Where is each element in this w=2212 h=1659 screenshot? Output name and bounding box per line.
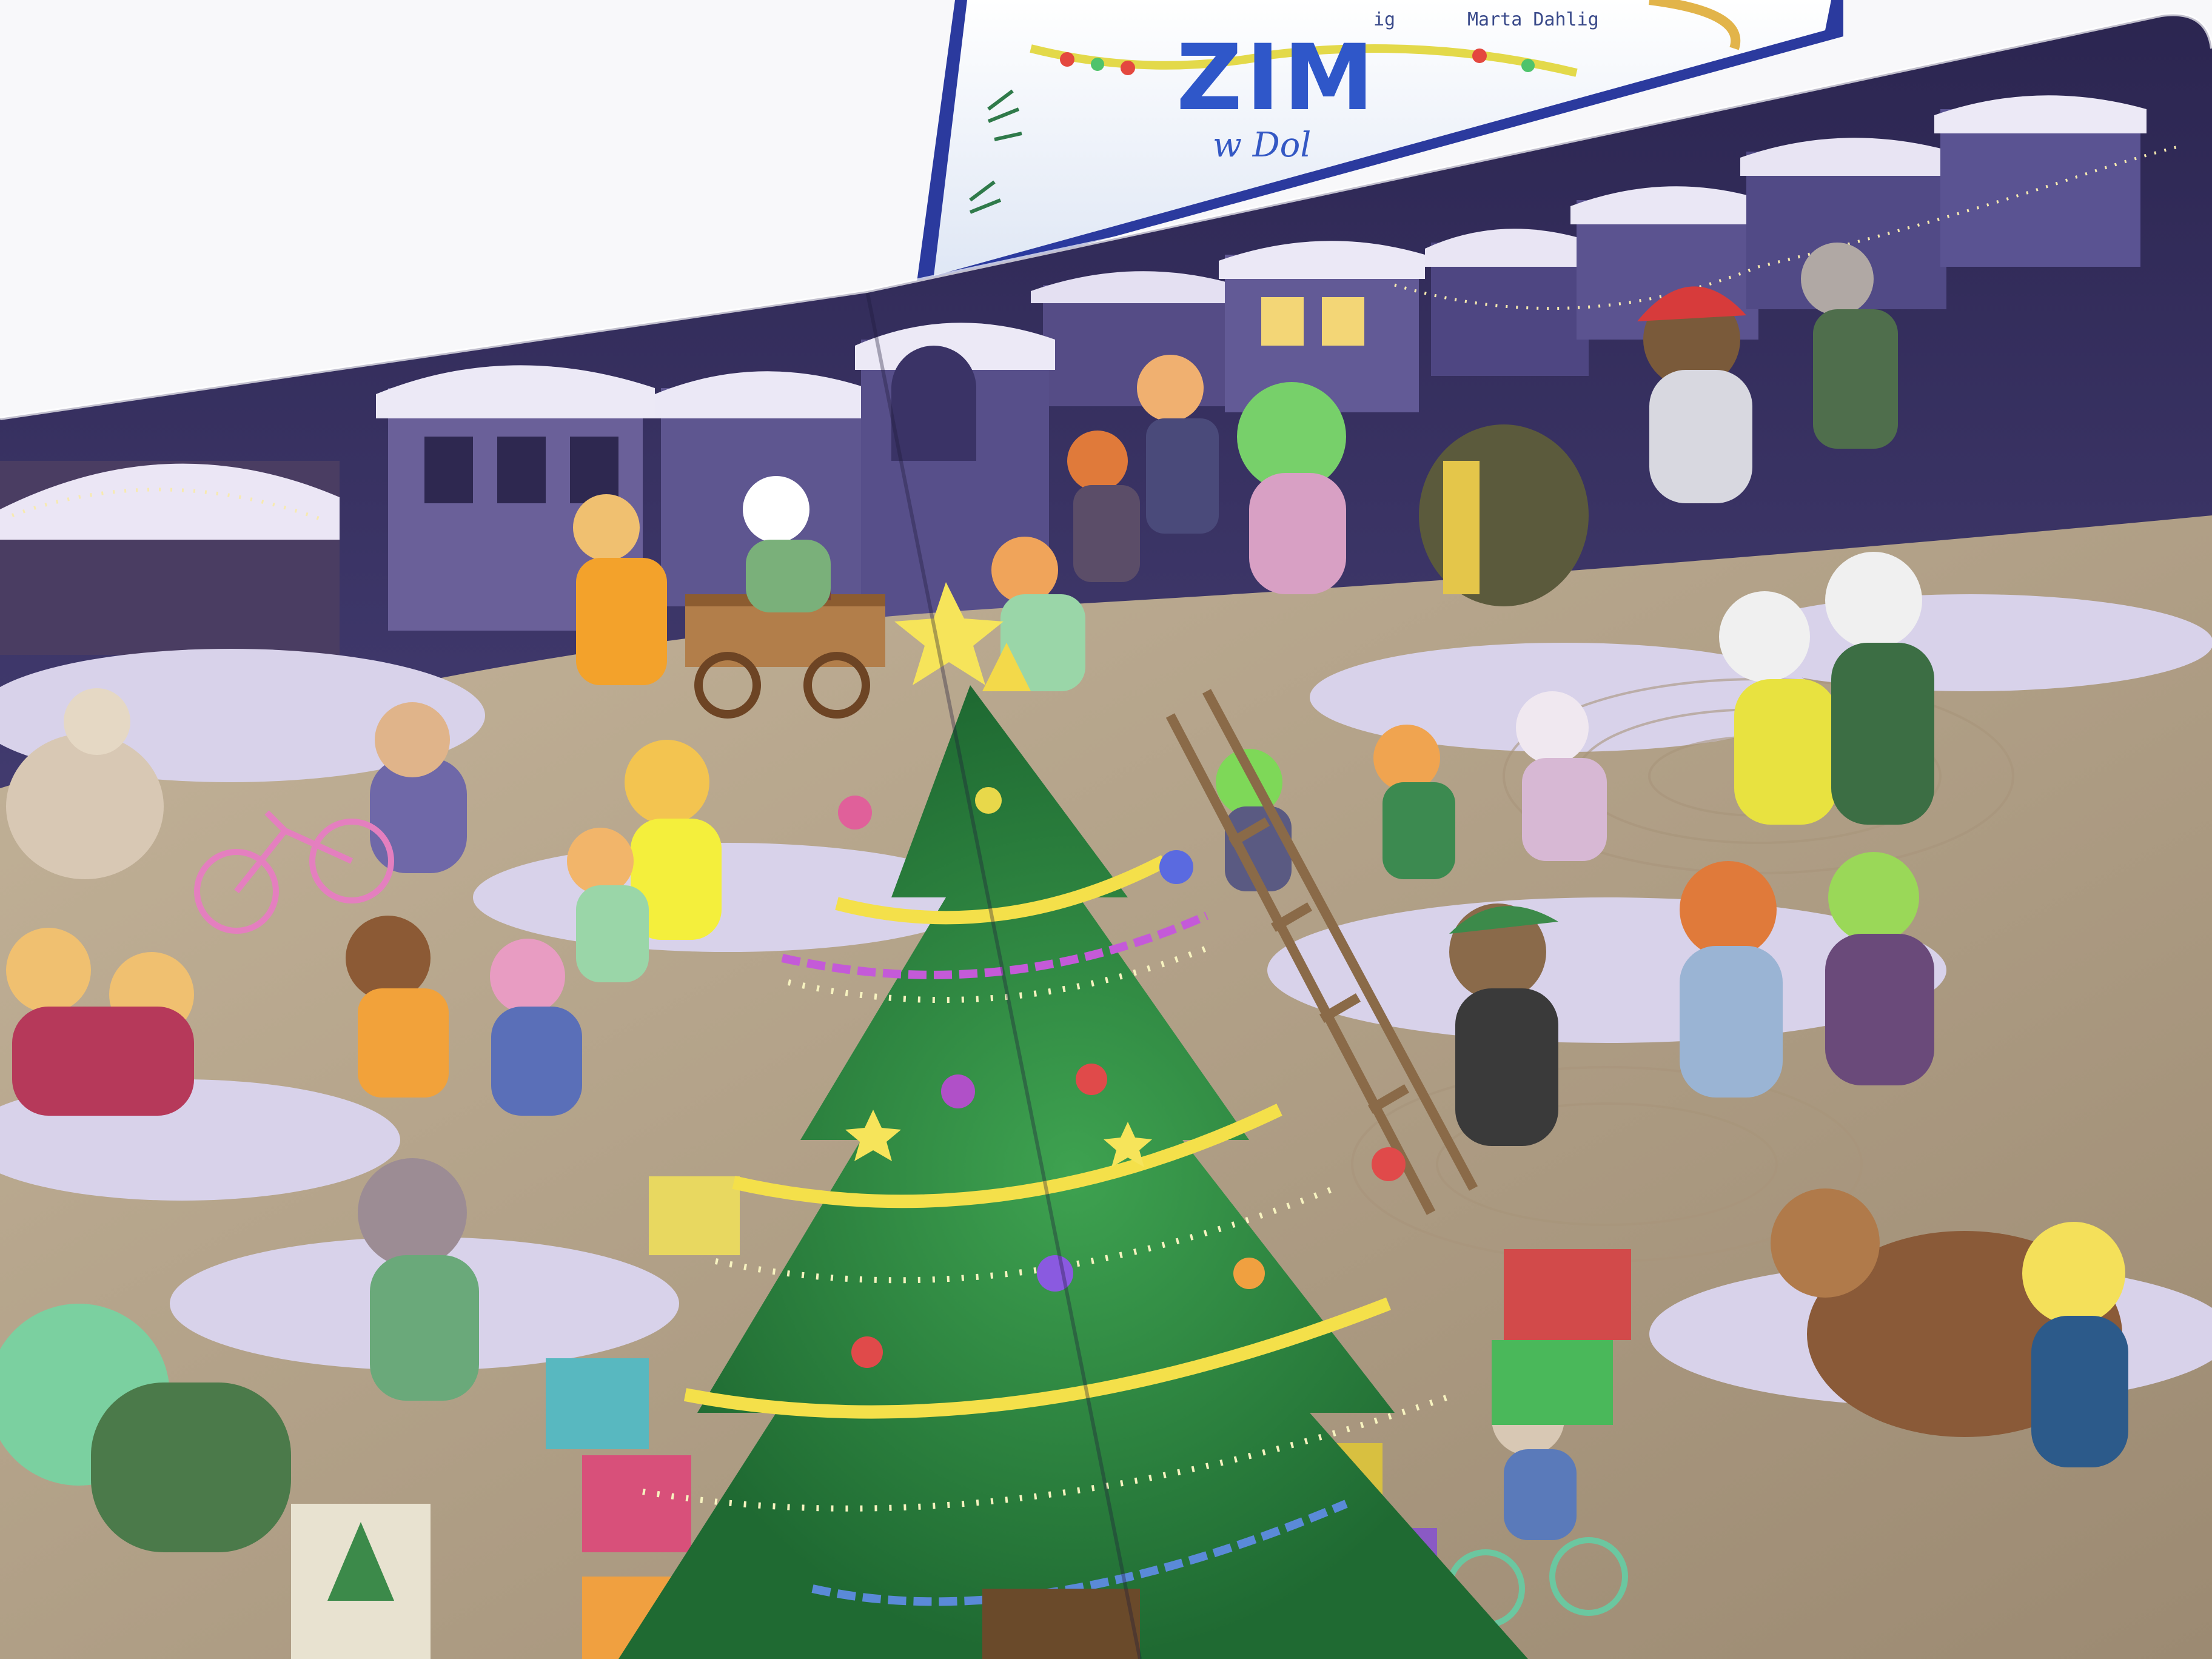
tree-sign (291, 1504, 431, 1659)
cover-subtitle: w Dol (1213, 126, 1311, 165)
cover-author: Marta Dahlig (1467, 9, 1599, 30)
character-bunny-yellow (2022, 1222, 2128, 1467)
character-fox-glasses (1680, 861, 1783, 1098)
photo-scene: ig Marta Dahlig ZIM w Dol (0, 0, 2212, 1659)
character-beaver-sign (1419, 424, 1589, 606)
character-bear-santa (1637, 286, 1752, 503)
character-beaver-green-hat (1449, 903, 1558, 1146)
cover-title: ZIM (1176, 25, 1378, 131)
character-mole-green (358, 1158, 479, 1401)
